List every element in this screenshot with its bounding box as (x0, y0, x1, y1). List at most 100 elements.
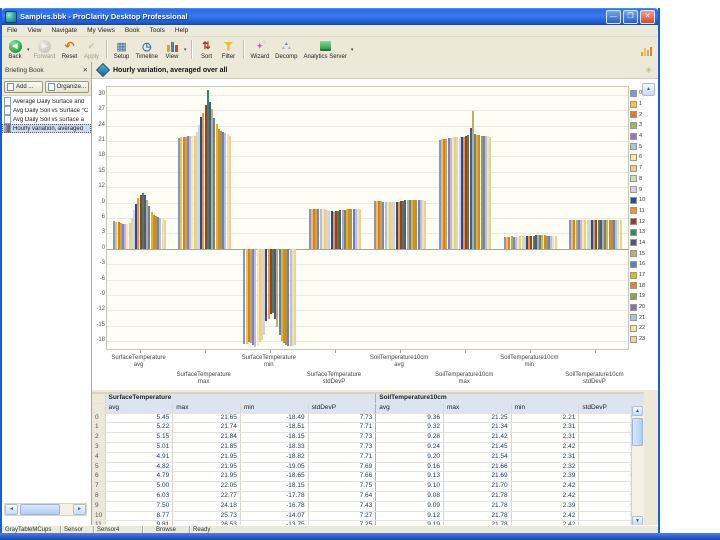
analytics-server-icon (318, 40, 332, 53)
apply-icon (85, 40, 99, 53)
restore-button[interactable]: ❐ (623, 9, 638, 24)
cell: 2.31 (511, 432, 580, 443)
back-button[interactable]: Back (4, 39, 26, 61)
legend-item-5[interactable]: 5 (630, 141, 656, 152)
wizard-button[interactable]: Wizard (248, 39, 273, 61)
legend-item-20[interactable]: 20 (630, 302, 656, 313)
reset-button[interactable]: Reset (59, 39, 81, 61)
sidebar-horizontal-scrollbar[interactable]: ◄ ► (4, 503, 87, 516)
bar-SurfaceTemperature-min-h23[interactable] (294, 248, 296, 346)
dropdown-arrow-icon[interactable]: ▾ (184, 47, 187, 53)
cell: 25.73 (172, 511, 241, 522)
scrollbar-thumb[interactable] (632, 418, 643, 446)
bar-SurfaceTemperature-max-h23[interactable] (228, 136, 231, 249)
legend-item-8[interactable]: 8 (630, 174, 656, 185)
sidebar-item-1[interactable]: Avg Daily Soil vs Surface °C (2, 106, 91, 115)
view-button[interactable]: View (161, 39, 183, 61)
minimize-button[interactable]: — (606, 9, 621, 24)
bar-SoilTemperature10cm-max-h23[interactable] (489, 136, 492, 249)
menu-tools[interactable]: Tools (145, 27, 170, 34)
scroll-left-icon[interactable]: ◄ (5, 504, 18, 515)
cell: 21.65 (172, 413, 241, 424)
bar-SoilTemperature10cm-avg-h23[interactable] (424, 200, 427, 249)
legend-swatch (630, 153, 637, 161)
menu-help[interactable]: Help (170, 27, 193, 34)
legend-item-13[interactable]: 13 (630, 227, 656, 238)
menu-view[interactable]: View (22, 27, 46, 34)
legend-item-22[interactable]: 22 (630, 323, 656, 334)
legend-label: 22 (639, 325, 646, 332)
menu-bar: File View Navigate My Views Book Tools Help (2, 25, 658, 37)
forward-button: Forward (31, 39, 59, 61)
add-button[interactable]: Add ... (4, 81, 43, 93)
cell: 4.82 (105, 462, 174, 473)
setup-button[interactable]: Setup (111, 39, 133, 61)
legend-item-18[interactable]: 18 (630, 280, 656, 291)
x-axis-tick (139, 350, 141, 353)
menu-file[interactable]: File (2, 27, 22, 34)
scrollbar-thumb[interactable] (20, 504, 60, 515)
menu-my-views[interactable]: My Views (82, 27, 120, 34)
legend-item-14[interactable]: 14 (630, 238, 656, 249)
column-group-1: SoilTemperature10cm (375, 394, 644, 404)
gridline (107, 264, 628, 266)
table-vertical-scrollbar[interactable]: ▲ ▼ (631, 406, 644, 526)
legend-item-19[interactable]: 19 (630, 291, 656, 302)
view-title: Hourly variation, averaged over all (113, 66, 228, 74)
legend-swatch (630, 121, 637, 129)
bar-SurfaceTemperature-avg-h23[interactable] (163, 220, 166, 249)
legend-item-2[interactable]: 2 (630, 109, 656, 120)
sidebar-item-0[interactable]: Average Daily Surface and (2, 97, 91, 106)
menu-navigate[interactable]: Navigate (46, 27, 82, 34)
bar-SurfaceTemperature-stdDevP-h23[interactable] (359, 209, 362, 249)
cell: -16.78 (240, 501, 309, 512)
scroll-up-icon[interactable]: ▲ (632, 406, 643, 416)
bar-SoilTemperature10cm-min-h23[interactable] (554, 236, 557, 249)
gear-icon[interactable]: ✳ (645, 66, 652, 75)
bar-SoilTemperature10cm-stdDevP-h23[interactable] (619, 220, 622, 249)
dropdown-arrow-icon[interactable]: ▾ (351, 47, 354, 53)
close-panel-icon[interactable]: ✕ (83, 66, 88, 74)
organize-button[interactable]: Organize... (44, 81, 89, 93)
legend-item-3[interactable]: 3 (630, 120, 656, 131)
legend-label: 16 (639, 261, 646, 268)
legend-label: 9 (639, 186, 643, 193)
cell: 4.91 (105, 452, 174, 463)
timeline-button[interactable]: Timeline (133, 39, 161, 61)
sidebar-item-3[interactable]: Hourly variation, averaged (2, 124, 91, 133)
cell: 2.32 (511, 462, 580, 473)
sort-button[interactable]: Sort (196, 39, 218, 61)
cell: 9.16 (375, 462, 444, 473)
sidebar-item-2[interactable]: Avg Daily Soil vs surface a (2, 115, 91, 124)
briefing-book-panel: Add ... Organize... Average Daily Surfac… (2, 79, 92, 526)
scroll-right-icon[interactable]: ► (73, 504, 86, 515)
sidebar-item-label: Hourly variation, averaged (13, 125, 84, 132)
legend-item-6[interactable]: 6 (630, 152, 656, 163)
legend-item-21[interactable]: 21 (630, 312, 656, 323)
legend-item-15[interactable]: 15 (630, 248, 656, 259)
toolbar-separator (242, 40, 245, 59)
cell: 2.39 (511, 471, 580, 483)
legend-item-1[interactable]: 1 (630, 99, 656, 110)
dropdown-arrow-icon[interactable]: ▾ (27, 47, 30, 53)
back-label: Back (8, 53, 22, 60)
decomp-button[interactable]: Decomp (272, 39, 300, 61)
legend-item-17[interactable]: 17 (630, 270, 656, 281)
analytics-server-button[interactable]: Analytics Server (301, 39, 350, 61)
legend-item-4[interactable]: 4 (630, 131, 656, 142)
close-button[interactable]: ✕ (640, 9, 655, 24)
filter-button[interactable]: Filter (218, 39, 240, 61)
menu-book[interactable]: Book (120, 27, 145, 34)
legend-item-7[interactable]: 7 (630, 163, 656, 174)
legend-item-12[interactable]: 12 (630, 216, 656, 227)
legend-item-10[interactable]: 10 (630, 195, 656, 206)
legend-item-16[interactable]: 16 (630, 259, 656, 270)
title-bar[interactable]: Samples.bbk - ProClarity Desktop Profess… (2, 8, 658, 25)
legend-item-23[interactable]: 23 (630, 334, 656, 345)
legend-item-11[interactable]: 11 (630, 206, 656, 217)
legend-item-9[interactable]: 9 (630, 184, 656, 195)
cell: 5.00 (105, 481, 174, 492)
table-subheader-row: avg max min stdDevP avg max min stdDevP (92, 403, 644, 414)
chart-scroll-up-icon[interactable]: ▲ (642, 83, 655, 96)
cell: 9.09 (375, 501, 444, 512)
